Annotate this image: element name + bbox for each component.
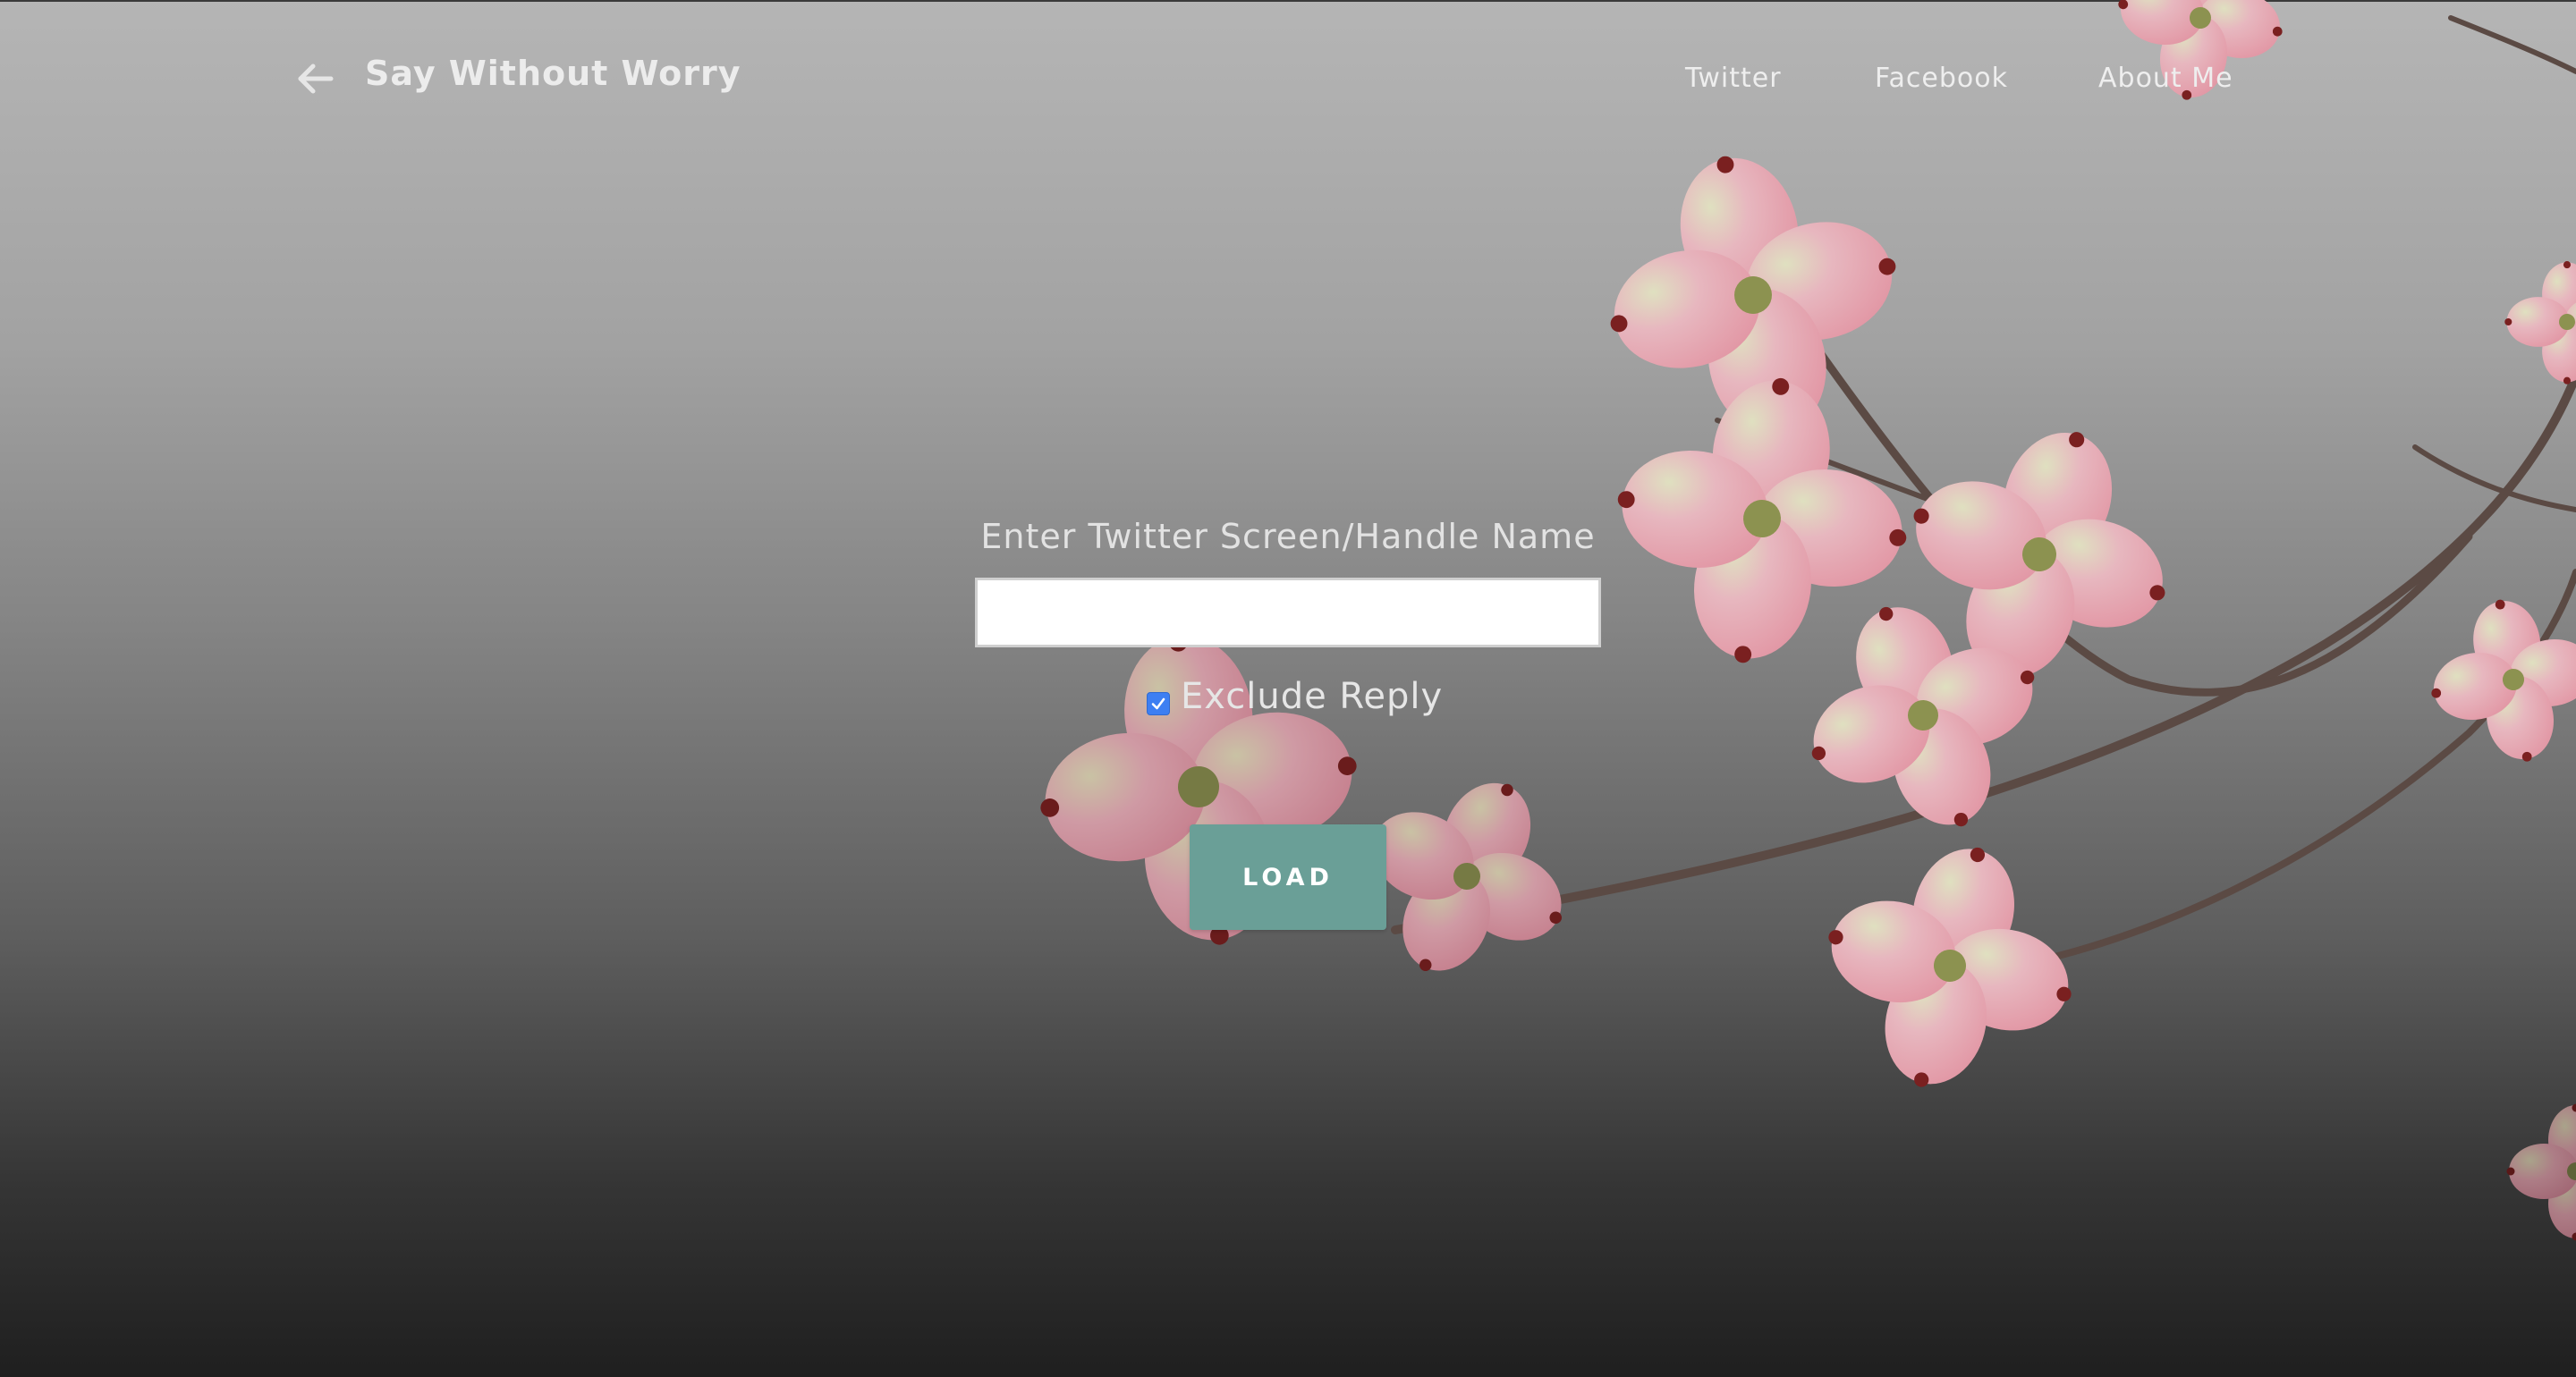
nav-link-twitter[interactable]: Twitter	[1685, 63, 1782, 94]
nav-link-about-me[interactable]: About Me	[2098, 63, 2233, 94]
handle-name-input[interactable]	[975, 578, 1601, 647]
nav-link-facebook[interactable]: Facebook	[1875, 63, 2008, 94]
exclude-reply-checkbox[interactable]	[1147, 692, 1170, 715]
checkmark-icon	[1151, 697, 1165, 710]
site-title[interactable]: Say Without Worry	[365, 54, 741, 93]
handle-input-label: Enter Twitter Screen/Handle Name	[980, 517, 1596, 556]
top-navigation: Say Without Worry Twitter Facebook About…	[0, 0, 2576, 161]
arrow-left-icon[interactable]	[295, 59, 336, 98]
exclude-reply-label[interactable]: Exclude Reply	[1181, 676, 1443, 717]
page: Say Without Worry Twitter Facebook About…	[0, 0, 2576, 1377]
load-button[interactable]: LOAD	[1190, 824, 1386, 930]
